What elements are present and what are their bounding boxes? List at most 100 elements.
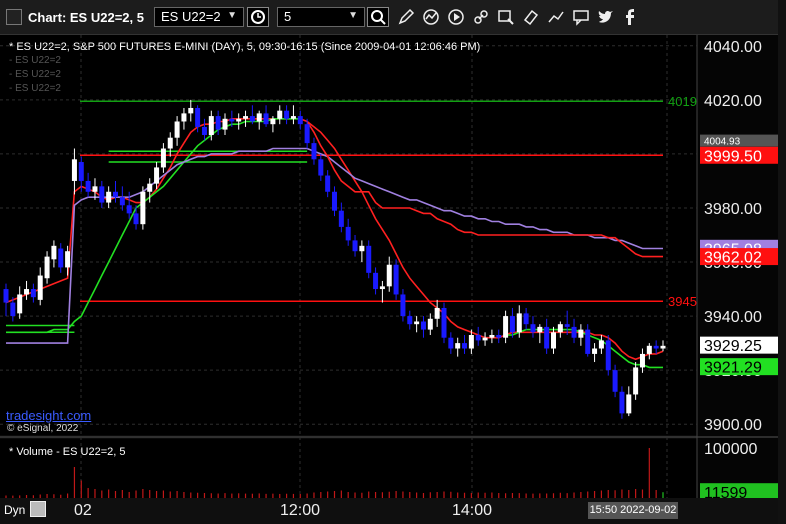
candle: [660, 345, 666, 349]
chart-search-button[interactable]: [496, 7, 516, 27]
symbol-dropdown[interactable]: ES U22=2 ▼: [154, 7, 244, 27]
candle: [147, 183, 153, 192]
chart-app-icon: [6, 9, 22, 25]
candle: [154, 167, 160, 184]
candle: [646, 345, 652, 354]
eraser-button[interactable]: [521, 7, 541, 27]
candle: [256, 113, 262, 122]
play-button[interactable]: [446, 7, 466, 27]
clock-button[interactable]: [247, 7, 269, 27]
price-tag-label: 3929.25: [704, 338, 762, 355]
symbol-value: ES U22=2: [161, 9, 221, 24]
candle: [537, 326, 543, 333]
search-icon: [371, 10, 386, 25]
candle: [592, 348, 598, 354]
y-tick-label: 3980.00: [704, 201, 762, 218]
candle: [30, 289, 36, 298]
candle: [318, 159, 324, 176]
candle: [626, 394, 632, 414]
candle: [71, 159, 77, 181]
candle: [297, 116, 303, 125]
candle: [243, 116, 249, 119]
candle: [325, 175, 331, 192]
link-button[interactable]: [471, 7, 491, 27]
candle: [222, 118, 228, 130]
chart-line-icon: [548, 11, 564, 23]
watermark: tradesight.com: [6, 408, 92, 423]
legend-row: - ES U22=2: [9, 83, 61, 94]
candle: [619, 391, 625, 414]
candle: [557, 324, 563, 333]
level-label: 3945: [668, 294, 697, 309]
scrollbar[interactable]: [778, 0, 786, 524]
link-icon: [474, 10, 488, 24]
dyn-label[interactable]: Dyn: [4, 503, 25, 517]
candle: [113, 191, 118, 198]
candle: [311, 143, 317, 160]
pencil-button[interactable]: [396, 7, 416, 27]
candle: [10, 302, 16, 317]
compare-button[interactable]: [546, 7, 566, 27]
facebook-button[interactable]: [620, 7, 640, 27]
candle: [17, 294, 23, 314]
pencil-icon: [398, 8, 415, 25]
price-tag-label: 4004.93: [704, 137, 741, 148]
x-tick-label: 12:00: [280, 502, 321, 519]
candle: [639, 353, 645, 368]
interval-value: 5: [284, 9, 292, 24]
x-tick-label: 02: [74, 502, 92, 519]
candle: [373, 272, 379, 290]
candle: [229, 118, 235, 122]
candle: [201, 126, 207, 135]
candle: [448, 337, 454, 349]
candle: [236, 118, 242, 122]
copyright: © eSignal, 2022: [7, 423, 79, 434]
chart-header: * ES U22=2, S&P 500 FUTURES E-MINI (DAY)…: [9, 41, 481, 53]
legend-row: - ES U22=2: [9, 55, 61, 66]
search-button[interactable]: [367, 7, 389, 27]
twitter-button[interactable]: [596, 7, 616, 27]
candle: [78, 162, 84, 181]
candle: [434, 307, 440, 319]
lock-icon[interactable]: [30, 501, 46, 517]
chat-button[interactable]: [571, 7, 591, 27]
candle: [407, 316, 413, 325]
play-icon: [448, 9, 464, 25]
candle: [215, 116, 221, 130]
candle: [475, 335, 481, 341]
volume-tag-label: 11599: [704, 485, 747, 498]
candle: [400, 294, 406, 317]
chart-plot-area[interactable]: 40193945 3900.003920.003940.003960.00398…: [0, 35, 778, 498]
candle: [544, 326, 550, 349]
candle: [44, 256, 50, 279]
candle: [160, 148, 166, 168]
candle: [598, 340, 604, 349]
candle: [106, 191, 112, 203]
candle: [578, 329, 584, 338]
candle: [126, 205, 132, 214]
candle: [195, 107, 201, 127]
candle: [263, 113, 269, 125]
interval-dropdown[interactable]: 5 ▼: [277, 7, 365, 27]
volume-header: * Volume - ES U22=2, 5: [9, 446, 126, 458]
chart-line-button[interactable]: [421, 7, 441, 27]
candle: [284, 110, 290, 119]
price-tag-label: 3921.29: [704, 360, 762, 377]
candle: [571, 326, 577, 338]
candle: [119, 197, 125, 206]
y-tick-label: 4040.00: [704, 39, 762, 56]
candle: [523, 313, 529, 325]
candle: [455, 343, 461, 349]
candle: [99, 186, 105, 203]
candle: [181, 113, 187, 122]
candle: [304, 124, 310, 144]
twitter-icon: [598, 10, 613, 23]
candle: [270, 118, 276, 125]
y-tick-label: 4020.00: [704, 93, 762, 110]
candle: [338, 210, 344, 227]
candle: [496, 335, 502, 338]
candle: [468, 335, 474, 349]
candle: [174, 121, 180, 138]
candle: [3, 289, 9, 303]
legend-row: - ES U22=2: [9, 69, 61, 80]
